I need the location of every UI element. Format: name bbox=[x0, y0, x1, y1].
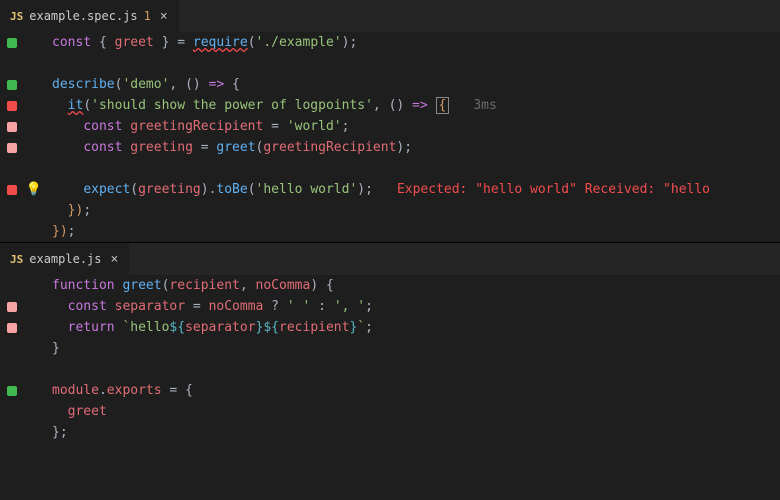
code-line: }; bbox=[52, 422, 780, 443]
tab-example-js[interactable]: JS example.js × bbox=[0, 243, 130, 275]
editor-pane-bottom: JS example.js × function greet(recipient… bbox=[0, 242, 780, 500]
code-line: it('should show the power of logpoints',… bbox=[52, 95, 780, 116]
tabbar-top: JS example.spec.js 1 × bbox=[0, 0, 780, 32]
js-icon: JS bbox=[10, 253, 23, 266]
code-line: }); bbox=[52, 221, 780, 242]
coverage-icon bbox=[7, 143, 17, 153]
breakpoint-gutter[interactable] bbox=[0, 275, 24, 443]
tab-filename: example.spec.js bbox=[29, 9, 137, 23]
glyph-gutter[interactable]: 💡 bbox=[24, 32, 44, 242]
code-line bbox=[52, 359, 780, 380]
code-line: }); bbox=[52, 200, 780, 221]
code-line: const separator = noComma ? ' ' : ', '; bbox=[52, 296, 780, 317]
code-line: const greeting = greet(greetingRecipient… bbox=[52, 137, 780, 158]
code-content-top[interactable]: const { greet } = require('./example'); … bbox=[44, 32, 780, 242]
inline-timing-hint: 3ms bbox=[473, 98, 496, 113]
editor-pane-top: JS example.spec.js 1 × 💡 const { greet }… bbox=[0, 0, 780, 242]
test-fail-icon bbox=[7, 101, 17, 111]
test-fail-icon bbox=[7, 185, 17, 195]
breakpoint-gutter[interactable] bbox=[0, 32, 24, 242]
coverage-icon bbox=[7, 302, 17, 312]
editor-top[interactable]: 💡 const { greet } = require('./example')… bbox=[0, 32, 780, 242]
lightbulb-icon[interactable]: 💡 bbox=[26, 182, 42, 197]
code-line bbox=[52, 158, 780, 179]
tab-dirty-indicator: 1 bbox=[144, 9, 151, 23]
close-icon[interactable]: × bbox=[108, 251, 122, 268]
tab-filename: example.js bbox=[29, 252, 101, 266]
close-icon[interactable]: × bbox=[157, 8, 171, 25]
code-line: function greet(recipient, noComma) { bbox=[52, 275, 780, 296]
code-line: } bbox=[52, 338, 780, 359]
test-pass-icon bbox=[7, 80, 17, 90]
editor-bottom[interactable]: function greet(recipient, noComma) { con… bbox=[0, 275, 780, 443]
code-line: greet bbox=[52, 401, 780, 422]
js-icon: JS bbox=[10, 10, 23, 23]
test-pass-icon bbox=[7, 38, 17, 48]
coverage-icon bbox=[7, 323, 17, 333]
code-line bbox=[52, 53, 780, 74]
tab-example-spec[interactable]: JS example.spec.js 1 × bbox=[0, 0, 180, 32]
tabbar-bottom: JS example.js × bbox=[0, 243, 780, 275]
code-line: const greetingRecipient = 'world'; bbox=[52, 116, 780, 137]
code-line: expect(greeting).toBe('hello world');Exp… bbox=[52, 179, 780, 200]
code-line: return `hello${separator}${recipient}`; bbox=[52, 317, 780, 338]
code-line: const { greet } = require('./example'); bbox=[52, 32, 780, 53]
code-content-bottom[interactable]: function greet(recipient, noComma) { con… bbox=[44, 275, 780, 443]
test-pass-icon bbox=[7, 386, 17, 396]
code-line: module.exports = { bbox=[52, 380, 780, 401]
glyph-gutter[interactable] bbox=[24, 275, 44, 443]
inline-error-hint: Expected: "hello world" Received: "hello bbox=[397, 182, 710, 197]
coverage-icon bbox=[7, 122, 17, 132]
code-line: describe('demo', () => { bbox=[52, 74, 780, 95]
